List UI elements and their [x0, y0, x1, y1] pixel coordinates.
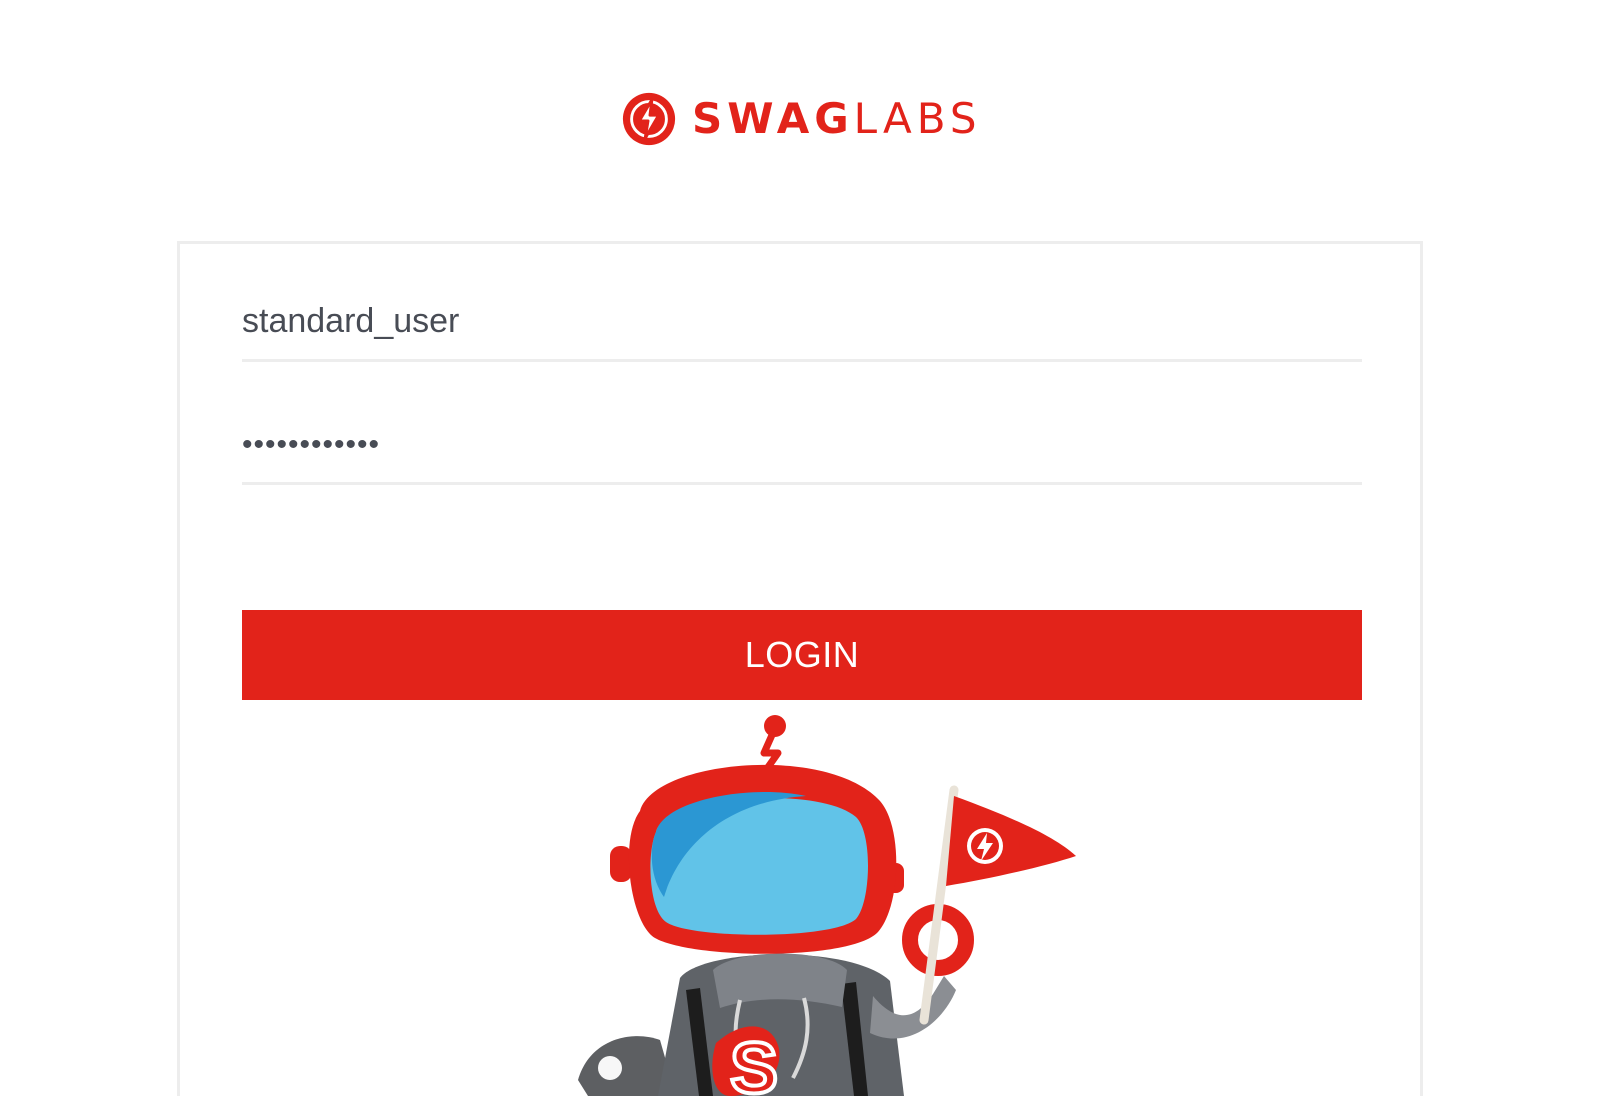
lightning-bolt-circle-icon — [622, 92, 676, 146]
svg-text:S: S — [730, 1029, 778, 1096]
logo-wordmark: SWAGLABS — [692, 88, 982, 150]
swag-labs-logo: SWAGLABS — [620, 88, 982, 150]
password-input[interactable] — [242, 407, 1362, 485]
username-input[interactable] — [242, 284, 1362, 362]
robot-mascot-illustration: S — [578, 715, 1076, 1096]
logo-text-labs: LABS — [853, 94, 982, 143]
login-page: SWAGLABS LOGIN S — [0, 0, 1600, 1096]
logo-text-swag: SWAG — [692, 94, 854, 143]
login-button[interactable]: LOGIN — [242, 610, 1362, 700]
